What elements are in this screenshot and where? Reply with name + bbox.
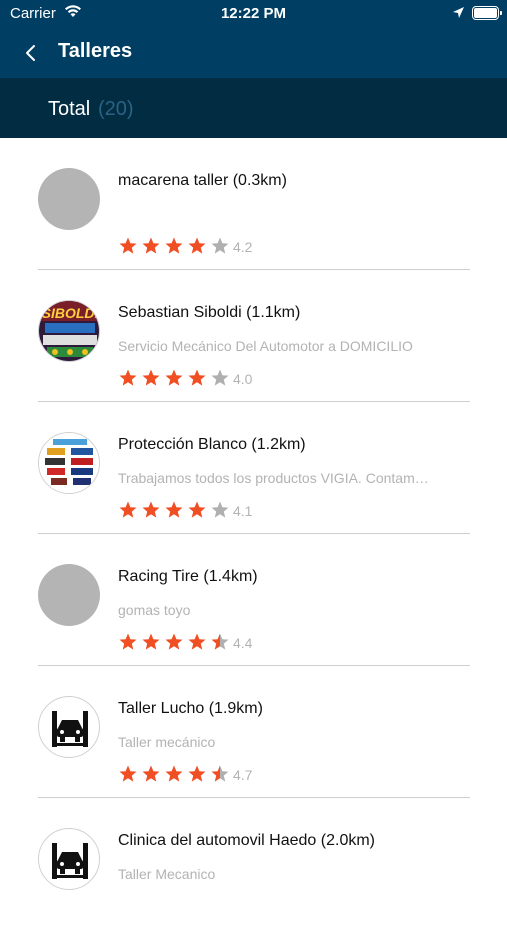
star-icon (211, 237, 229, 254)
star-icon (142, 633, 160, 650)
total-count: (20) (98, 98, 134, 120)
rating-value: 4.4 (233, 635, 253, 651)
workshop-description: Taller mecánico (118, 734, 216, 750)
star-icon (142, 237, 160, 254)
avatar (38, 564, 100, 626)
star-icon (119, 633, 137, 650)
list-item[interactable]: SIBOLDI Sebastian Siboldi (1.1km) Servic… (38, 270, 470, 402)
list-item[interactable]: Racing Tire (1.4km) gomas toyo 4.4 (38, 534, 470, 666)
car-lift-icon (38, 828, 100, 890)
star-icon (188, 765, 206, 782)
star-icon (142, 501, 160, 518)
rating-value: 4.0 (233, 371, 253, 387)
star-icon (165, 633, 183, 650)
siboldi-logo-icon: SIBOLDI (38, 300, 100, 362)
workshop-description: gomas toyo (118, 602, 191, 618)
star-icon (165, 237, 183, 254)
star-icon (165, 369, 183, 386)
star-icon (119, 369, 137, 386)
star-icon (119, 501, 137, 518)
star-icon (119, 237, 137, 254)
star-icon (165, 501, 183, 518)
list-item[interactable]: Protección Blanco (1.2km) Trabajamos tod… (38, 402, 470, 534)
workshop-name: Clinica del automovil Haedo (2.0km) (118, 832, 375, 849)
total-label: Total (48, 98, 91, 120)
star-icon (142, 369, 160, 386)
workshop-description: Servicio Mecánico Del Automotor a DOMICI… (118, 338, 413, 354)
avatar (38, 168, 100, 230)
battery-icon (472, 6, 502, 20)
star-icon (211, 765, 229, 782)
nav-bar: Talleres (0, 28, 507, 78)
star-icon (142, 765, 160, 782)
star-icon (211, 369, 229, 386)
star-icon (211, 633, 229, 650)
workshop-name: Protección Blanco (1.2km) (118, 436, 306, 453)
location-arrow-icon (452, 6, 465, 23)
car-lift-icon (38, 696, 100, 758)
brands-logo-icon (38, 432, 100, 494)
workshop-name: Taller Lucho (1.9km) (118, 700, 263, 717)
clock: 12:22 PM (220, 5, 287, 22)
workshop-name: macarena taller (0.3km) (118, 172, 287, 189)
workshop-description: Taller Mecanico (118, 866, 216, 882)
list-item[interactable]: Taller Lucho (1.9km) Taller mecánico 4.7 (38, 666, 470, 798)
list-item[interactable]: macarena taller (0.3km) 4.2 (38, 138, 470, 270)
star-icon (165, 765, 183, 782)
total-bar: Total (20) (0, 78, 507, 138)
star-icon (211, 501, 229, 518)
page-title: Talleres (58, 40, 133, 62)
rating-value: 4.2 (233, 239, 253, 255)
back-chevron-icon[interactable] (22, 41, 42, 65)
star-icon (188, 501, 206, 518)
rating-value: 4.7 (233, 767, 253, 783)
status-bar: Carrier 12:22 PM (0, 0, 507, 28)
workshop-name: Sebastian Siboldi (1.1km) (118, 304, 301, 321)
list-item[interactable]: Clinica del automovil Haedo (2.0km) Tall… (38, 798, 470, 930)
workshop-name: Racing Tire (1.4km) (118, 568, 258, 585)
star-icon (188, 237, 206, 254)
svg-text:SIBOLDI: SIBOLDI (42, 305, 100, 321)
star-icon (188, 369, 206, 386)
rating-value: 4.1 (233, 503, 253, 519)
star-icon (188, 633, 206, 650)
workshop-description: Trabajamos todos los productos VIGIA. Co… (118, 470, 429, 486)
star-icon (119, 765, 137, 782)
